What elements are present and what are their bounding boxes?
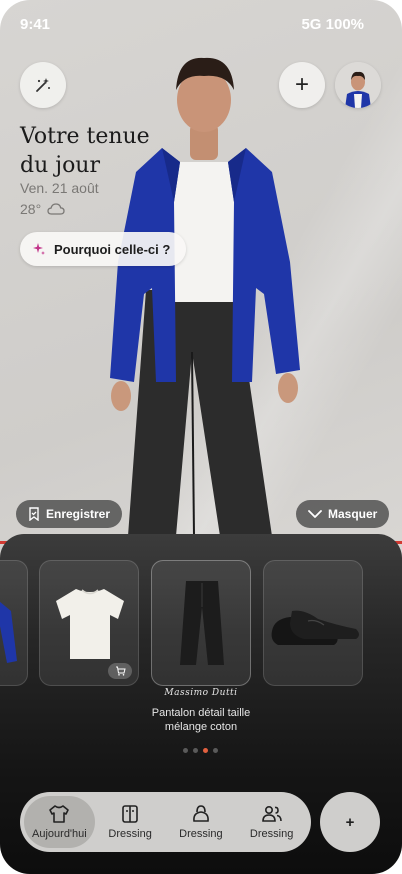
carousel-page-indicator <box>183 748 218 753</box>
loafers-image <box>271 610 359 645</box>
magic-button[interactable] <box>20 62 66 108</box>
tab-dressing-label: Dressing <box>179 828 223 840</box>
tab-dressing-people[interactable]: Dressing <box>236 796 307 848</box>
trousers-image <box>180 581 224 665</box>
temperature: 28° <box>20 201 42 217</box>
status-bar: 9:41 5G 100% <box>20 16 364 33</box>
title-line-1: Votre tenue <box>20 124 150 149</box>
plus-icon: + <box>345 813 355 831</box>
add-to-cart-button[interactable] <box>108 663 132 679</box>
item-card-tshirt[interactable] <box>39 560 139 686</box>
hide-button[interactable]: Masquer <box>296 500 390 528</box>
tab-today[interactable]: Aujourd'hui <box>24 796 95 848</box>
title-line-2: du jour <box>20 153 100 178</box>
avatar[interactable] <box>335 62 381 108</box>
item-card-jacket[interactable] <box>0 560 28 686</box>
tab-dressing-wardrobe[interactable]: Dressing <box>95 796 166 848</box>
people-icon <box>261 805 282 822</box>
avatar-image <box>335 62 381 108</box>
tshirt-icon <box>49 805 70 823</box>
jacket-image <box>0 601 17 663</box>
tab-dressing-label: Dressing <box>108 828 152 840</box>
cloud-icon <box>47 203 65 215</box>
page-dot[interactable] <box>193 748 198 753</box>
cart-icon <box>115 666 126 676</box>
chevron-down-icon <box>308 510 322 518</box>
hide-label: Masquer <box>328 507 378 521</box>
page-dot[interactable] <box>213 748 218 753</box>
screen: 9:41 5G 100% + Votre tenue du jour Ven. … <box>0 0 402 874</box>
add-item-fab[interactable]: + <box>320 792 380 852</box>
why-this-label: Pourquoi celle-ci ? <box>54 241 171 257</box>
product-name: Pantalon détail taille mélange coton <box>151 707 251 733</box>
add-icon: + <box>294 71 309 98</box>
weather: 28° <box>20 201 65 217</box>
status-network: 5G 100% <box>301 16 364 33</box>
tab-dressing-label: Dressing <box>249 828 294 840</box>
tab-dressing-bag[interactable]: Dressing <box>166 796 237 848</box>
tab-bar: Aujourd'hui Dressing Dressing Dressing <box>20 792 311 852</box>
date-label: Ven. 21 août <box>20 180 99 196</box>
item-card-trousers[interactable] <box>151 560 251 686</box>
page-dot[interactable] <box>183 748 188 753</box>
bag-icon <box>192 805 209 822</box>
status-time: 9:41 <box>20 16 51 33</box>
why-this-button[interactable]: Pourquoi celle-ci ? <box>20 232 187 266</box>
save-button[interactable]: Enregistrer <box>16 500 123 528</box>
page-title: Votre tenue du jour <box>20 122 170 180</box>
bookmark-icon <box>29 507 39 521</box>
wardrobe-icon <box>122 805 138 823</box>
add-button[interactable]: + <box>279 62 325 108</box>
brand-logo: Massimo Dutti <box>164 688 238 698</box>
sparkle-icon <box>33 243 45 255</box>
item-card-loafers[interactable] <box>263 560 363 686</box>
page-dot-active[interactable] <box>203 748 208 753</box>
save-label: Enregistrer <box>46 507 111 521</box>
magic-wand-icon <box>36 78 50 92</box>
tab-today-label: Aujourd'hui <box>32 828 87 840</box>
